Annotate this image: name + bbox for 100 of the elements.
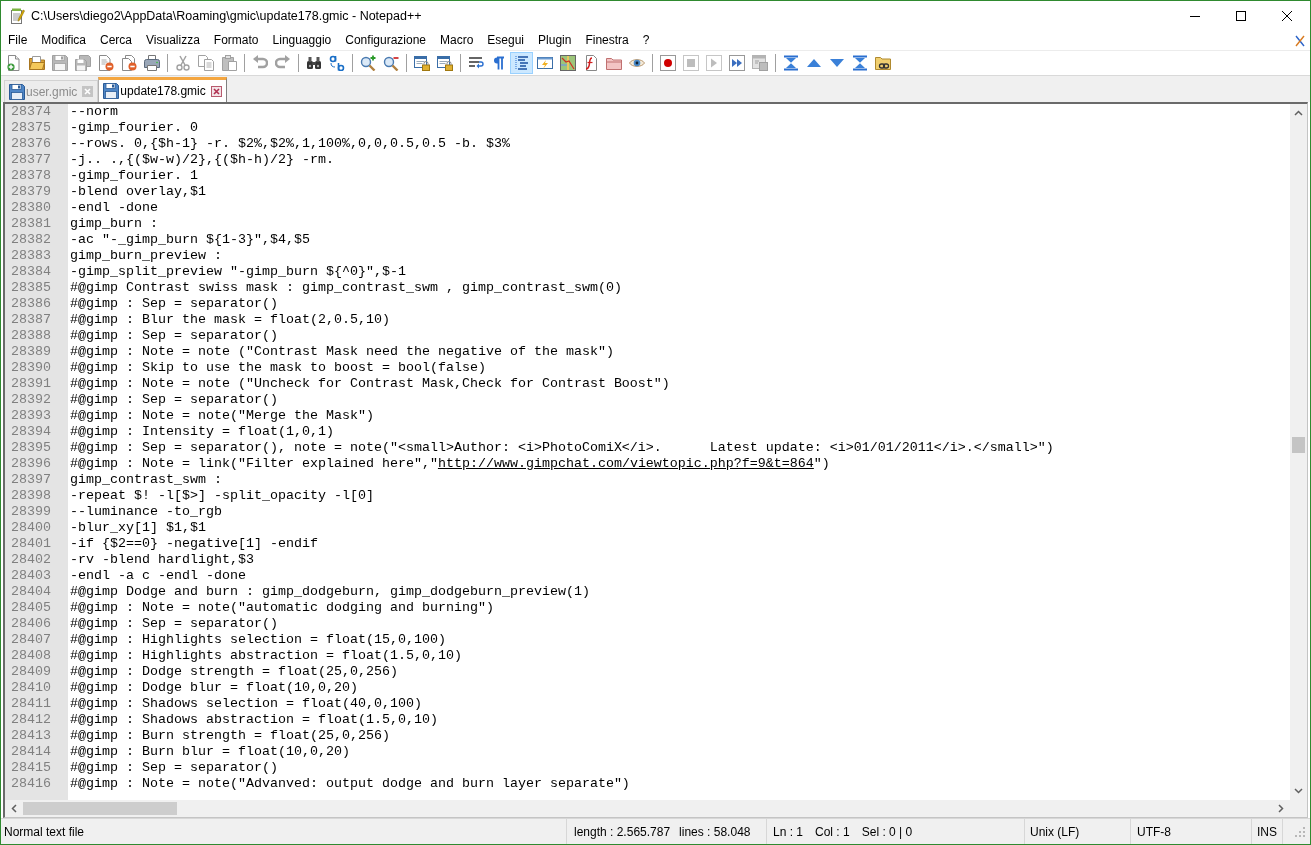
menu-item[interactable]: Modifica <box>34 31 94 50</box>
link[interactable]: http://www.gimpchat.com/viewtopic.php?f=9&t=864 <box>437 456 814 471</box>
play-icon <box>705 55 722 71</box>
menu-item[interactable]: Plugin <box>531 31 579 50</box>
line-number: 28374 <box>10 104 51 120</box>
line-number: 28395 <box>10 440 51 456</box>
close-icon[interactable] <box>210 85 222 97</box>
line-number: 28399 <box>10 504 51 520</box>
page-plus-icon <box>5 55 22 71</box>
code-line: -gimp_split_preview "-gimp_burn ${^0}",$-1 <box>70 264 406 280</box>
window-grid-icon <box>751 55 768 71</box>
code-line: #@gimp : Burn strength = float(25,0,256) <box>70 728 390 744</box>
code-line: -j.. .,{($w-w)/2},{($h-h)/2} -rm. <box>70 152 334 168</box>
line-number: 28404 <box>10 584 51 600</box>
status-text: UTF-8 <box>1137 824 1171 839</box>
menu-item[interactable]: ? <box>635 31 657 50</box>
menu-item[interactable]: Formato <box>206 31 266 50</box>
line-number: 28394 <box>10 424 51 440</box>
tab[interactable]: update178.gmic <box>98 77 227 102</box>
code-line: #@gimp : Highlights selection = float(15,0,100) <box>70 632 446 648</box>
code-line: --norm <box>70 104 118 120</box>
hourglass-icon <box>851 55 868 71</box>
close-icon <box>1282 11 1292 21</box>
line-number: 28406 <box>10 616 51 632</box>
floppies-icon <box>74 55 91 71</box>
menu-item[interactable]: Esegui <box>480 31 532 50</box>
code-line: gimp_burn_preview : <box>70 248 222 264</box>
code-line: #@gimp : Note = note("Merge the Mask") <box>70 408 374 424</box>
scroll-thumb[interactable] <box>1292 437 1305 453</box>
menu-item[interactable]: Linguaggio <box>265 31 339 50</box>
line-number: 28390 <box>10 360 51 376</box>
clipboard-icon <box>220 55 237 71</box>
chevron-up-icon[interactable] <box>1294 110 1303 116</box>
scissors-icon <box>174 55 191 71</box>
chevron-right-icon[interactable] <box>1278 804 1284 813</box>
code-line: #@gimp : Note = link("Filter explained here","http://www.gimpchat.com/viewtopic.php?f=9&t=864") <box>70 456 830 472</box>
indent-guide-button[interactable] <box>510 52 533 74</box>
line-number: 28405 <box>10 600 51 616</box>
stop-icon <box>682 55 699 71</box>
line-number: 28389 <box>10 344 51 360</box>
line-number: 28413 <box>10 728 51 744</box>
line-number: 28416 <box>10 776 51 792</box>
code-line: #@gimp : Sep = separator() <box>70 616 278 632</box>
window-bolt-icon <box>536 55 553 71</box>
line-number: 28397 <box>10 472 51 488</box>
resize-grip-icon[interactable] <box>1294 825 1306 838</box>
line-number: 28387 <box>10 312 51 328</box>
line-number: 28407 <box>10 632 51 648</box>
close-icon[interactable] <box>1295 34 1305 47</box>
code-line: #@gimp : Note = note("Advanved: output dodge and burn layer separate") <box>70 776 630 792</box>
code-line: #@gimp : Note = note("automatic dodging and burning") <box>70 600 494 616</box>
line-number: 28401 <box>10 536 51 552</box>
line-number: 28386 <box>10 296 51 312</box>
scroll-thumb[interactable] <box>23 802 177 815</box>
code-line: -gimp_fourier. 0 <box>70 120 198 136</box>
status-text: length : 2.565.787 <box>574 824 671 839</box>
floppy-icon <box>51 55 68 71</box>
line-number: 28381 <box>10 216 51 232</box>
line-number: 28383 <box>10 248 51 264</box>
line-number: 28414 <box>10 744 51 760</box>
wrap-icon <box>467 55 484 71</box>
code-line: #@gimp : Highlights abstraction = float(1.5,0,10) <box>70 648 462 664</box>
line-number: 28409 <box>10 664 51 680</box>
status-text: Col : 1 <box>815 824 850 839</box>
zoom-out-icon <box>382 55 399 71</box>
line-number: 28375 <box>10 120 51 136</box>
map-icon <box>559 55 576 71</box>
menu-item[interactable]: Visualizza <box>139 31 207 50</box>
line-number: 28378 <box>10 168 51 184</box>
pages-minus-icon <box>120 55 137 71</box>
chevron-down-icon[interactable] <box>1294 788 1303 794</box>
code-line: -blend overlay,$1 <box>70 184 206 200</box>
status-text: Sel : 0 | 0 <box>861 824 913 839</box>
printer-icon <box>143 55 160 71</box>
zoom-in-icon <box>359 55 376 71</box>
menu-item[interactable]: File <box>1 31 35 50</box>
folder-icon <box>605 55 622 71</box>
line-number: 28379 <box>10 184 51 200</box>
menu-item[interactable]: Cerca <box>93 31 140 50</box>
code-line: -endl -a c -endl -done <box>70 568 246 584</box>
code-line: #@gimp : Skip to use the mask to boost = bool(false) <box>70 360 486 376</box>
menu-item[interactable]: Macro <box>433 31 481 50</box>
line-number: 28393 <box>10 408 51 424</box>
code-line: #@gimp : Blur the mask = float(2,0.5,10) <box>70 312 390 328</box>
code-line: #@gimp : Note = note ("Uncheck for Contrast Mask,Check for Contrast Boost") <box>70 376 670 392</box>
code-line: -ac "-_gimp_burn ${1-3}",$4,$5 <box>70 232 310 248</box>
chevron-left-icon[interactable] <box>11 804 17 813</box>
line-number: 28412 <box>10 712 51 728</box>
menu-item[interactable]: Finestra <box>578 31 636 50</box>
code-line: #@gimp : Sep = separator(), note = note("<small>Author: <i>PhotoComiX</i>. Latest update: <i>01/01/2011</i>.</small>") <box>70 440 1054 456</box>
line-number: 28377 <box>10 152 51 168</box>
code-line: #@gimp Dodge and burn : gimp_dodgeburn, gimp_dodgeburn_preview(1) <box>70 584 590 600</box>
line-number: 28411 <box>10 696 51 712</box>
line-number: 28400 <box>10 520 51 536</box>
replace-icon <box>328 55 345 71</box>
menu-item[interactable]: Configurazione <box>338 31 433 50</box>
line-number: 28382 <box>10 232 51 248</box>
code-line: -if {$2==0} -negative[1] -endif <box>70 536 318 552</box>
line-number: 28398 <box>10 488 51 504</box>
folder-icon <box>28 55 45 71</box>
